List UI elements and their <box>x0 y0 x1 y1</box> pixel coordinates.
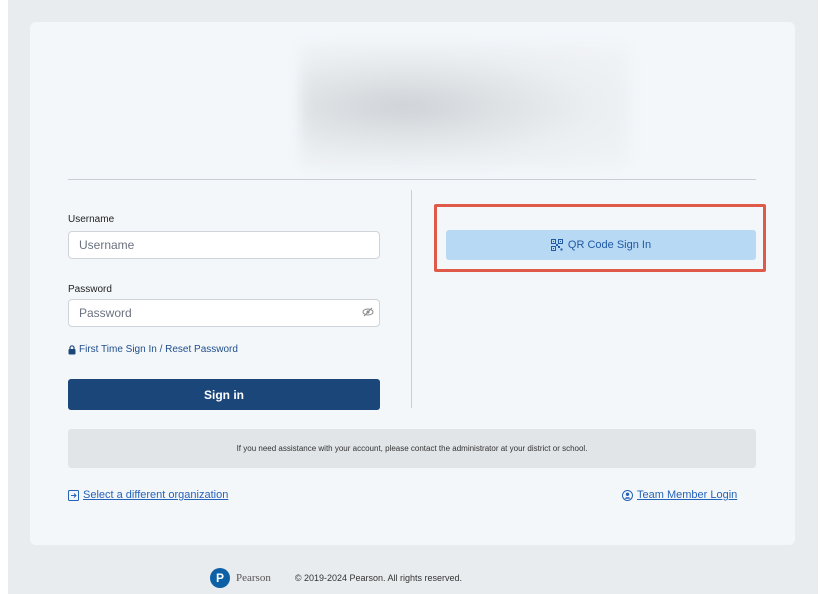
pearson-logo: P <box>210 568 230 588</box>
qr-code-sign-in-label: QR Code Sign In <box>567 239 652 251</box>
select-organization-label: Select a different organization <box>83 489 229 501</box>
column-divider <box>411 190 412 408</box>
organization-logo <box>300 44 630 169</box>
qr-code-sign-in-button[interactable]: QR Code Sign In <box>446 230 756 260</box>
copyright-text: © 2019-2024 Pearson. All rights reserved… <box>294 573 463 583</box>
username-label: Username <box>68 214 115 225</box>
header-divider <box>68 179 756 180</box>
show-password-icon[interactable] <box>362 306 374 318</box>
qr-code-icon <box>550 239 563 251</box>
reset-password-link[interactable]: First Time Sign In / Reset Password <box>68 344 238 355</box>
user-circle-icon <box>622 489 633 501</box>
assistance-banner: If you need assistance with your account… <box>68 429 756 468</box>
select-organization-link[interactable]: Select a different organization <box>68 489 228 501</box>
lock-icon <box>68 344 76 354</box>
team-member-login-label: Team Member Login <box>637 489 738 501</box>
sign-in-button[interactable]: Sign in <box>68 379 380 410</box>
team-member-login-link[interactable]: Team Member Login <box>622 489 737 501</box>
assistance-text: If you need assistance with your account… <box>236 444 588 453</box>
username-input[interactable] <box>68 231 380 259</box>
pearson-brand-name: Pearson <box>236 572 271 584</box>
reset-password-label: First Time Sign In / Reset Password <box>79 344 238 355</box>
switch-organization-icon <box>68 489 79 501</box>
password-input[interactable] <box>68 299 380 327</box>
footer: P Pearson © 2019-2024 Pearson. All right… <box>210 567 462 589</box>
password-label: Password <box>68 284 112 295</box>
